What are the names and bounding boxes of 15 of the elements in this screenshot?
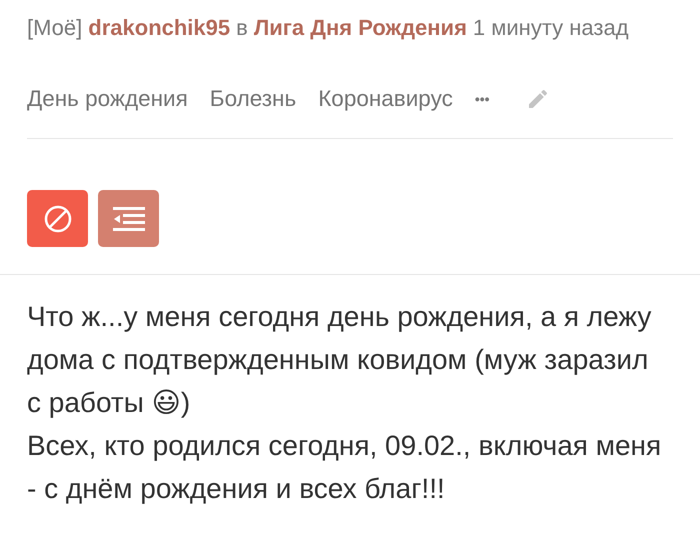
block-icon <box>42 204 72 234</box>
preposition: в <box>236 15 248 41</box>
more-tags-button[interactable]: ••• <box>474 91 490 107</box>
post-text: Всех, кто родился сегодня, 09.02., включая меня - с днём рождения и всех благ!!! <box>27 429 662 506</box>
mine-label: [Моё] <box>27 15 82 41</box>
tag-link[interactable]: Болезнь <box>210 86 296 112</box>
community-link[interactable]: Лига Дня Рождения <box>254 15 467 41</box>
block-button[interactable] <box>27 190 88 247</box>
outdent-icon <box>112 204 146 232</box>
post-text: Что ж...у меня сегодня день рождения, а я лежу дома с подтвержденным ковидом (муж заразил с работы 😃) <box>27 300 652 420</box>
author-link[interactable]: drakonchik95 <box>88 15 230 41</box>
tag-link[interactable]: День рождения <box>27 86 188 112</box>
outdent-button[interactable] <box>98 190 159 247</box>
tag-link[interactable]: Коронавирус <box>318 86 453 112</box>
post-time: 1 минуту назад <box>472 15 629 41</box>
